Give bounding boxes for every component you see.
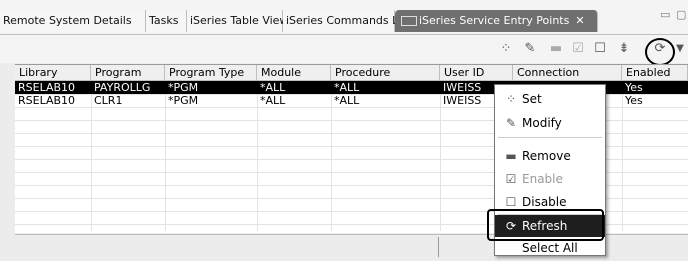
tab-iseries-service-entry-points[interactable]: iSeries Service Entry Points ✕ (395, 10, 598, 32)
disable-icon[interactable]: ☐ (592, 41, 608, 57)
column-header-enabled[interactable]: Enabled (622, 65, 688, 81)
annotation-highlight-box (487, 209, 604, 241)
cell-program: CLR1 (94, 94, 123, 107)
set-icon: ⁘ (505, 92, 517, 106)
menu-item-enable[interactable]: ☑ Enable (495, 168, 605, 190)
status-divider (438, 237, 439, 257)
cell-enabled: Yes (625, 94, 643, 107)
remove-icon[interactable]: ▬ (548, 41, 564, 57)
tab-iseries-commands-log[interactable]: iSeries Commands Log (283, 10, 412, 32)
view-icon (401, 16, 417, 26)
enable-icon[interactable]: ☑ (570, 41, 586, 57)
cell-program-type: *PGM (168, 81, 199, 94)
modify-icon[interactable]: ✎ (522, 41, 538, 57)
cell-program: PAYROLLG (94, 81, 151, 94)
annotation-circle (645, 38, 675, 66)
menu-item-label: Modify (522, 116, 562, 130)
tab-tasks[interactable]: Tasks (146, 10, 187, 32)
menu-item-label: Enable (522, 172, 563, 186)
pencil-icon: ✎ (505, 116, 517, 130)
cell-library: RSELAB10 (18, 81, 76, 94)
menu-separator (498, 137, 602, 138)
cell-enabled: Yes (625, 81, 643, 94)
tab-iseries-table-view[interactable]: iSeries Table View (187, 10, 288, 32)
column-header-procedure[interactable]: Procedure (331, 65, 440, 81)
column-header-connection[interactable]: Connection (513, 65, 622, 81)
checkbox-empty-icon: ☐ (505, 195, 517, 209)
tab-label: iSeries Table View (190, 14, 289, 27)
cell-module: *ALL (260, 81, 286, 94)
tab-label: iSeries Commands Log (286, 14, 412, 27)
cell-program-type: *PGM (168, 94, 199, 107)
tab-label: Tasks (149, 14, 179, 27)
view-tab-bar: Remote System Details Tasks iSeries Tabl… (0, 0, 688, 34)
column-header-program-type[interactable]: Program Type (165, 65, 257, 81)
remove-icon: ▬ (505, 149, 517, 163)
view-menu-icon[interactable]: ▼ (674, 41, 686, 57)
set-icon[interactable]: ⁘ (498, 41, 514, 57)
column-header-program[interactable]: Program (91, 65, 165, 81)
tab-remote-system-details[interactable]: Remote System Details (0, 10, 146, 32)
collapse-icon[interactable]: ⇟ (616, 41, 632, 57)
menu-item-set[interactable]: ⁘ Set (495, 88, 605, 110)
close-icon[interactable]: ✕ (575, 14, 584, 27)
minimize-icon[interactable]: ▭ (660, 8, 670, 21)
cell-procedure: *ALL (334, 94, 360, 107)
tab-label: iSeries Service Entry Points (419, 14, 570, 27)
cell-module: *ALL (260, 94, 286, 107)
maximize-icon[interactable]: ▢ (676, 8, 686, 21)
cell-library: RSELAB10 (18, 94, 76, 107)
column-header-user-id[interactable]: User ID (440, 65, 513, 81)
tab-label: Remote System Details (3, 14, 132, 27)
checkbox-checked-icon: ☑ (505, 172, 517, 186)
column-header-module[interactable]: Module (257, 65, 331, 81)
menu-item-remove[interactable]: ▬ Remove (495, 145, 605, 167)
view-toolbar: ⁘ ✎ ▬ ☑ ☐ ⇟ ⟳ ▼ (0, 34, 688, 66)
cell-procedure: *ALL (334, 81, 360, 94)
menu-item-modify[interactable]: ✎ Modify (495, 112, 605, 134)
column-header-library[interactable]: Library (15, 65, 91, 81)
menu-item-label: Set (522, 92, 542, 106)
menu-item-label: Remove (522, 149, 571, 163)
